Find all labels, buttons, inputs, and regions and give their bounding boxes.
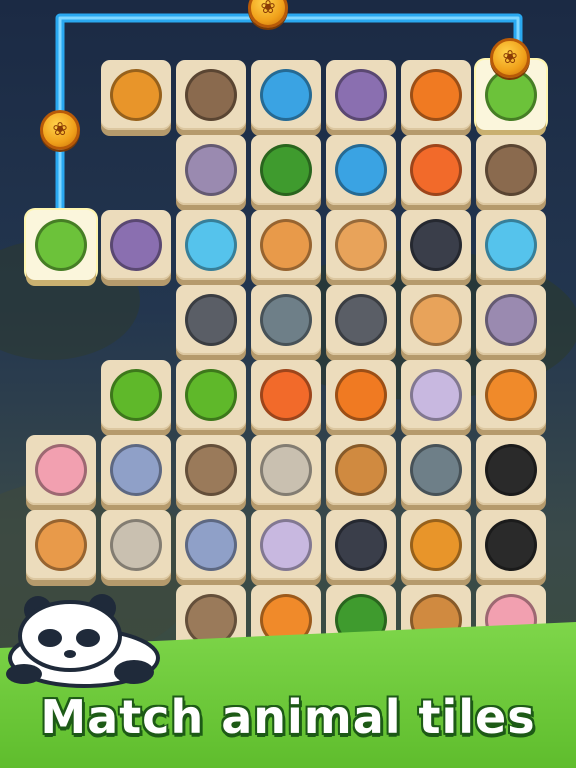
hippo-icon (485, 294, 537, 346)
paw-icon: ❀ (52, 119, 68, 140)
cat-icon (410, 369, 462, 421)
tile-hedgehog[interactable] (176, 60, 246, 130)
paw-icon: ❀ (260, 0, 276, 18)
snake-icon (185, 369, 237, 421)
tile-hippo[interactable] (176, 135, 246, 205)
cow-icon (335, 69, 387, 121)
raccoon-icon (185, 294, 237, 346)
tile-elephant[interactable] (176, 510, 246, 580)
tile-seal[interactable] (401, 435, 471, 505)
clownfish-icon (410, 144, 462, 196)
tile-hamster[interactable] (326, 210, 396, 280)
penguin-icon (335, 519, 387, 571)
tile-panda[interactable] (476, 435, 546, 505)
tile-lion[interactable] (401, 510, 471, 580)
tile-clownfish[interactable] (251, 360, 321, 430)
cat-icon (260, 519, 312, 571)
tile-cow[interactable] (326, 60, 396, 130)
paw-coin-left: ❀ (40, 110, 80, 150)
tile-shiba[interactable] (251, 210, 321, 280)
tile-hamster[interactable] (401, 285, 471, 355)
hedgehog-icon (185, 69, 237, 121)
tile-pig[interactable] (26, 435, 96, 505)
dolphin-icon (335, 144, 387, 196)
tile-sheep[interactable] (251, 435, 321, 505)
tile-elephant[interactable] (101, 435, 171, 505)
seal-icon (410, 444, 462, 496)
tile-hippo[interactable] (476, 285, 546, 355)
panda-icon (485, 519, 537, 571)
fox-icon (410, 69, 462, 121)
tile-dolphin[interactable] (326, 135, 396, 205)
tile-penguin[interactable] (401, 210, 471, 280)
turtle-icon (35, 219, 87, 271)
deer-icon (335, 444, 387, 496)
tile-fox[interactable] (326, 360, 396, 430)
cow-icon (110, 219, 162, 271)
tile-snake[interactable] (176, 360, 246, 430)
octopus-icon (485, 219, 537, 271)
tile-fox[interactable] (401, 60, 471, 130)
tile-tiger[interactable] (476, 360, 546, 430)
panda-icon (485, 444, 537, 496)
tile-sloth[interactable] (176, 435, 246, 505)
clownfish-icon (260, 369, 312, 421)
promo-caption: Match animal tiles (40, 690, 536, 744)
game-screen: ❀ ❀ ❀ Match animal tiles (0, 0, 576, 768)
raccoon-icon (335, 294, 387, 346)
tile-parrot[interactable] (251, 135, 321, 205)
tile-raccoon[interactable] (326, 285, 396, 355)
lion-icon (410, 519, 462, 571)
shiba-icon (35, 519, 87, 571)
tile-cow[interactable] (101, 210, 171, 280)
seal-icon (260, 294, 312, 346)
tile-hedgehog[interactable] (476, 135, 546, 205)
lion-icon (110, 69, 162, 121)
dolphin-icon (260, 69, 312, 121)
paw-icon: ❀ (502, 47, 518, 68)
tile-penguin[interactable] (326, 510, 396, 580)
tile-lion[interactable] (101, 60, 171, 130)
pig-icon (35, 444, 87, 496)
tile-shiba[interactable] (26, 510, 96, 580)
paw-coin-right: ❀ (490, 38, 530, 78)
penguin-icon (410, 219, 462, 271)
tile-dolphin[interactable] (251, 60, 321, 130)
tile-deer[interactable] (326, 435, 396, 505)
parrot-icon (260, 144, 312, 196)
sleeping-panda-icon (6, 594, 160, 688)
hamster-icon (410, 294, 462, 346)
sloth-icon (185, 444, 237, 496)
tile-snake[interactable] (101, 360, 171, 430)
tile-turtle[interactable] (26, 210, 96, 280)
hamster-icon (335, 219, 387, 271)
tile-octopus[interactable] (176, 210, 246, 280)
elephant-icon (185, 519, 237, 571)
hippo-icon (185, 144, 237, 196)
tile-octopus[interactable] (476, 210, 546, 280)
sheep-icon (260, 444, 312, 496)
tile-clownfish[interactable] (401, 135, 471, 205)
snake-icon (110, 369, 162, 421)
octopus-icon (185, 219, 237, 271)
tile-cat[interactable] (251, 510, 321, 580)
elephant-icon (110, 444, 162, 496)
tile-cat[interactable] (401, 360, 471, 430)
tile-sheep[interactable] (101, 510, 171, 580)
sheep-icon (110, 519, 162, 571)
shiba-icon (260, 219, 312, 271)
tile-panda[interactable] (476, 510, 546, 580)
fox-icon (335, 369, 387, 421)
hedgehog-icon (485, 144, 537, 196)
tile-raccoon[interactable] (176, 285, 246, 355)
tiger-icon (485, 369, 537, 421)
tile-seal[interactable] (251, 285, 321, 355)
